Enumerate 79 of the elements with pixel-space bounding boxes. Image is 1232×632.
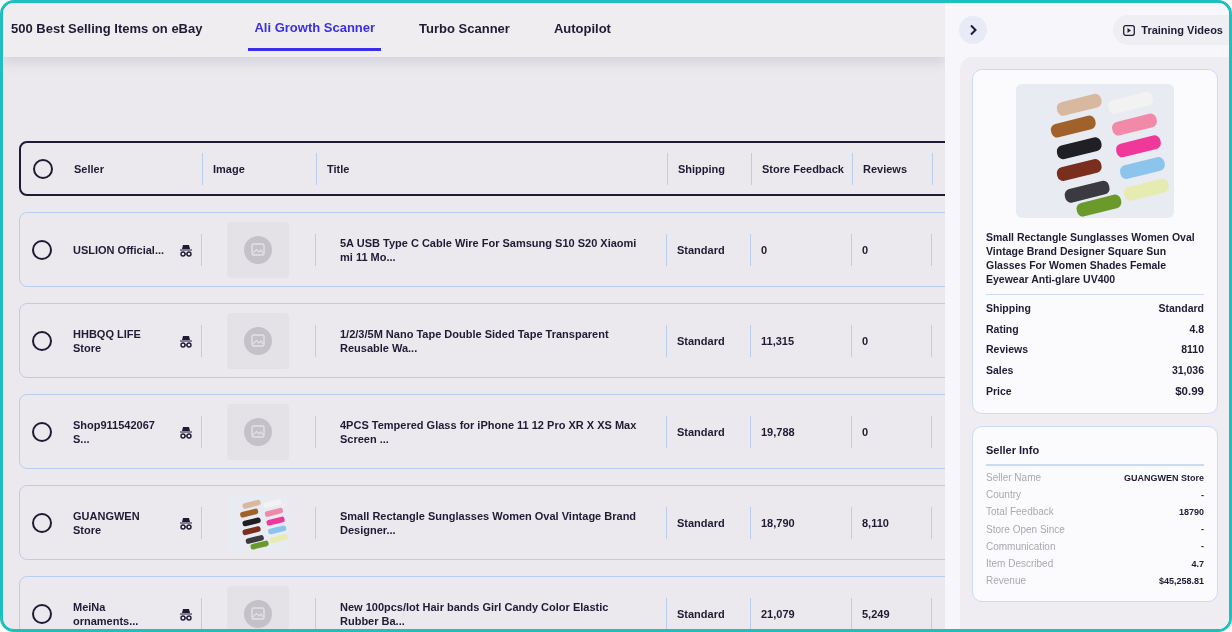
shipping-text: Standard	[677, 425, 725, 438]
info-label: Country	[986, 489, 1021, 501]
select-all-radio[interactable]	[33, 158, 53, 179]
reviews-count: 8,110	[862, 516, 889, 529]
detail-value: 4.8	[1189, 322, 1204, 335]
seller-name: USLION Official...	[73, 242, 165, 257]
image-icon	[244, 599, 272, 628]
collapse-button[interactable]	[959, 16, 987, 44]
column-header: Seller	[74, 161, 104, 176]
tab[interactable]: Autopilot	[553, 3, 611, 57]
tab[interactable]: 500 Best Selling Items on eBay	[11, 3, 203, 57]
row-radio[interactable]	[32, 512, 52, 533]
store-feedback-count: 11,315	[761, 334, 795, 347]
shipping-text: Standard	[677, 334, 725, 347]
product-title: Small Rectangle Sunglasses Women Oval Vintage Brand Designer...	[340, 508, 638, 537]
column-header: Shipping	[678, 161, 726, 176]
info-label: Seller Name	[986, 472, 1042, 484]
image-icon	[244, 417, 272, 446]
detail-value: 8110	[1181, 343, 1204, 356]
detail-label: Sales	[986, 364, 1014, 377]
product-title: 4PCS Tempered Glass for iPhone 11 12 Pro XR X XS Max Screen ...	[340, 417, 638, 446]
seller-name: MeiNa ornaments...	[73, 599, 140, 628]
training-videos-button[interactable]: Training Videos	[1113, 15, 1229, 45]
row-radio[interactable]	[32, 421, 52, 442]
incognito-icon	[179, 333, 193, 348]
detail-label: Price	[986, 384, 1012, 397]
store-feedback-count: 19,788	[761, 425, 795, 438]
info-value: $45,258.81	[1158, 575, 1204, 586]
seller-name: Shop911542067 S...	[73, 417, 156, 446]
product-title: 1/2/3/5M Nano Tape Double Sided Tape Transparent Reusable Wa...	[340, 326, 610, 355]
detail-label: Rating	[986, 322, 1019, 335]
product-title: Small Rectangle Sunglasses Women Oval Vintage Brand Designer Square Sun Glasses For Women Shades Female Eyewear Anti-glare UV400	[986, 230, 1204, 295]
seller-name: HHBQQ LIFE Store	[73, 326, 142, 355]
info-value: GUANGWEN Store	[1124, 472, 1204, 483]
shipping-text: Standard	[677, 516, 725, 529]
tab[interactable]: Ali Growth Scanner	[248, 3, 382, 51]
store-feedback-count: 0	[761, 243, 768, 256]
reviews-count: 0	[862, 243, 869, 256]
column-header: Title	[327, 161, 350, 176]
info-label: Revenue	[986, 575, 1027, 587]
detail-value: 31,036	[1171, 364, 1204, 377]
incognito-icon	[179, 424, 193, 439]
info-value: -	[1201, 524, 1204, 535]
card-title: Seller Info	[986, 440, 1204, 466]
store-feedback-count: 21,079	[761, 607, 795, 620]
info-label: Store Open Since	[986, 523, 1065, 535]
product-title: New 100pcs/lot Hair bands Girl Candy Color Elastic Rubber Ba...	[340, 599, 610, 628]
column-header: Store Feedback	[762, 161, 844, 176]
info-label: Item Described	[986, 558, 1054, 569]
play-icon	[1123, 24, 1136, 36]
incognito-icon	[179, 515, 193, 530]
shipping-text: Standard	[677, 607, 725, 620]
info-label: Communication	[986, 540, 1056, 552]
detail-value: Standard	[1158, 302, 1204, 315]
row-radio[interactable]	[32, 330, 52, 351]
seller-name: GUANGWEN Store	[73, 508, 141, 537]
product-title: 5A USB Type C Cable Wire For Samsung S10 S20 Xiaomi mi 11 Mo...	[340, 235, 638, 264]
image-icon	[244, 235, 272, 264]
info-value: -	[1201, 541, 1204, 552]
column-header: Reviews	[863, 161, 908, 176]
info-label: Total Feedback	[986, 506, 1054, 518]
detail-label: Reviews	[986, 343, 1029, 356]
info-value: 4.7	[1191, 558, 1204, 569]
detail-value: $0.99	[1175, 384, 1204, 397]
reviews-count: 0	[862, 425, 869, 438]
column-header: Image	[213, 161, 245, 176]
image-icon	[244, 326, 272, 355]
store-feedback-count: 18,790	[761, 516, 795, 529]
reviews-count: 0	[862, 334, 869, 347]
incognito-icon	[179, 606, 193, 621]
info-value: 18790	[1178, 506, 1204, 517]
info-value: -	[1201, 489, 1204, 500]
shipping-text: Standard	[677, 243, 725, 256]
reviews-count: 5,249	[862, 607, 890, 620]
incognito-icon	[179, 242, 193, 257]
detail-label: Shipping	[986, 302, 1031, 315]
row-radio[interactable]	[32, 239, 52, 260]
tab[interactable]: Turbo Scanner	[419, 3, 510, 57]
row-radio[interactable]	[32, 603, 52, 624]
